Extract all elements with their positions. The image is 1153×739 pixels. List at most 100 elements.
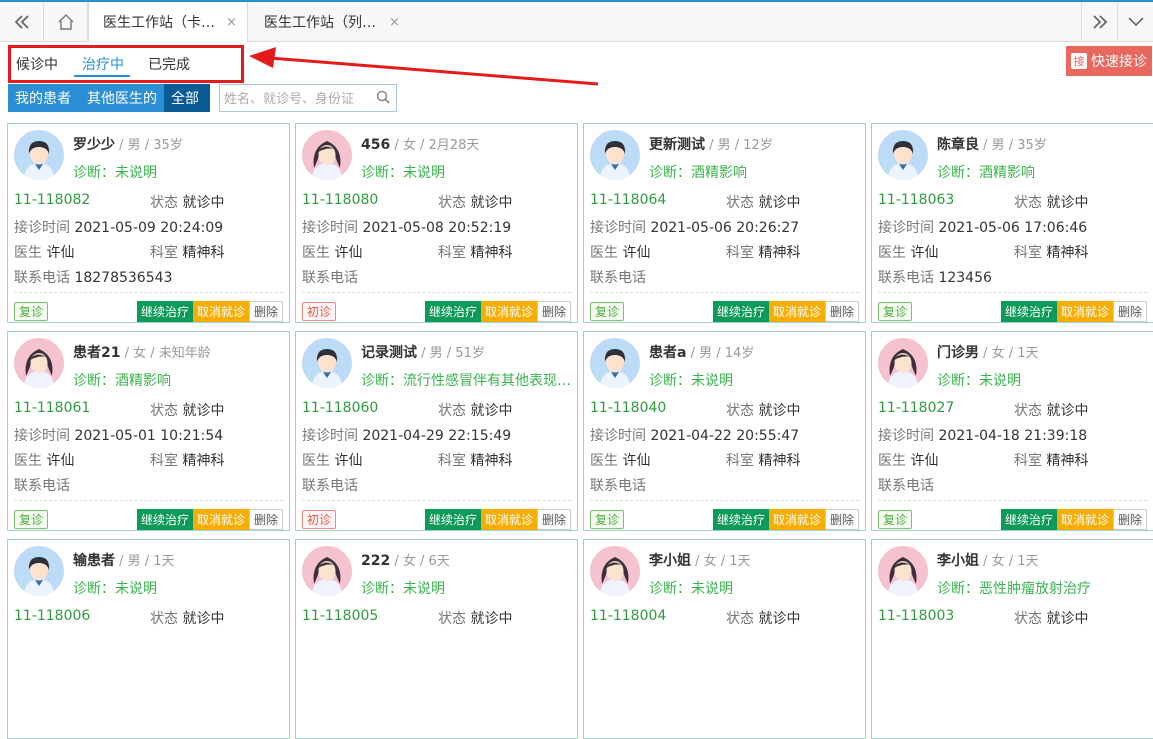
double-chevron-left-icon[interactable] — [0, 2, 44, 42]
delete-button[interactable]: 删除 — [536, 301, 571, 322]
visit-number: 11-118061 — [14, 400, 91, 416]
diagnosis: 诊断：酒精影响 — [649, 165, 747, 181]
home-icon[interactable] — [44, 2, 88, 42]
patient-card[interactable]: 输患者 / 男 / 1天 诊断：未说明 11-118006 状态 就诊中 — [7, 539, 290, 739]
patient-card[interactable]: 李小姐 / 女 / 1天 诊断：恶性肿瘤放射治疗 11-118003 状态 就诊中 — [871, 539, 1153, 739]
phone-row: 联系电话 — [302, 267, 358, 287]
time-value: 2021-04-18 21:39:18 — [938, 428, 1088, 444]
cancel-visit-button[interactable]: 取消就诊 — [192, 509, 249, 530]
time-value: 2021-05-01 10:21:54 — [74, 428, 224, 444]
filter-other-doctors[interactable]: 其他医生的 — [80, 84, 164, 112]
status-row: 状态 就诊中 — [726, 400, 800, 420]
patient-name-line: 更新测试 / 男 / 12岁 — [649, 134, 773, 154]
visit-type-badge: 复诊 — [14, 302, 49, 321]
phone-label: 联系电话 — [302, 478, 358, 494]
delete-button[interactable]: 删除 — [536, 509, 571, 530]
patient-card[interactable]: 门诊男 / 女 / 1天 诊断：未说明 11-118027 状态 就诊中 接诊时间 20… — [871, 331, 1153, 531]
continue-treatment-button[interactable]: 继续治疗 — [712, 509, 769, 530]
tab-treating[interactable]: 治疗中 — [82, 54, 124, 74]
time-row: 接诊时间 2021-05-09 20:24:09 — [14, 217, 223, 237]
phone-label: 联系电话 — [878, 478, 934, 494]
dept-value: 精神科 — [182, 245, 225, 261]
tab-doctor-card[interactable]: 医生工作站（卡… × — [88, 2, 248, 42]
avatar — [590, 130, 640, 180]
phone-row: 联系电话 — [590, 267, 646, 287]
visit-type-badge: 复诊 — [14, 510, 49, 529]
close-icon[interactable]: × — [226, 15, 237, 30]
patient-card[interactable]: 陈章良 / 男 / 35岁 诊断：酒精影响 11-118063 状态 就诊中 接诊时间 … — [871, 123, 1153, 323]
status-row: 状态 就诊中 — [726, 608, 800, 628]
cancel-visit-button[interactable]: 取消就诊 — [192, 301, 249, 322]
cancel-visit-button[interactable]: 取消就诊 — [1056, 301, 1113, 322]
patient-card[interactable]: 456 / 女 / 2月28天 诊断：未说明 11-118080 状态 就诊中 接诊时间… — [295, 123, 578, 323]
dept-label: 科室 — [726, 453, 754, 469]
patient-card[interactable]: 罗少少 / 男 / 35岁 诊断：未说明 11-118082 状态 就诊中 接诊时间 2… — [7, 123, 290, 323]
patient-card[interactable]: 李小姐 / 女 / 1天 诊断：未说明 11-118004 状态 就诊中 — [583, 539, 866, 739]
dept-row: 科室 精神科 — [1014, 242, 1088, 262]
delete-button[interactable]: 删除 — [824, 301, 859, 322]
quick-receive-button[interactable]: 接 快速接诊 — [1066, 46, 1152, 76]
patient-card[interactable]: 记录测试 / 男 / 51岁 诊断：流行性感冒伴有其他表现… 11-118060 状态… — [295, 331, 578, 531]
visit-type-badge: 初诊 — [302, 302, 337, 321]
search-icon[interactable] — [376, 90, 390, 108]
cancel-visit-button[interactable]: 取消就诊 — [1056, 509, 1113, 530]
patient-name: 更新测试 — [649, 137, 705, 153]
diagnosis: 诊断：未说明 — [649, 581, 733, 597]
phone-row: 联系电话 — [14, 475, 70, 495]
diagnosis: 诊断：未说明 — [73, 581, 157, 597]
dept-value: 精神科 — [758, 245, 801, 261]
delete-button[interactable]: 删除 — [1112, 509, 1147, 530]
chevron-down-icon[interactable] — [1117, 2, 1153, 42]
patient-meta: / 男 / 35岁 — [979, 138, 1047, 153]
tab-completed[interactable]: 已完成 — [148, 54, 190, 74]
continue-treatment-button[interactable]: 继续治疗 — [136, 301, 193, 322]
delete-button[interactable]: 删除 — [824, 509, 859, 530]
status-value: 就诊中 — [182, 195, 225, 211]
cancel-visit-button[interactable]: 取消就诊 — [768, 509, 825, 530]
time-row: 接诊时间 2021-04-29 22:15:49 — [302, 425, 511, 445]
status-label: 状态 — [1014, 611, 1042, 627]
filter-my-patients[interactable]: 我的患者 — [8, 84, 80, 112]
dept-value: 精神科 — [470, 453, 513, 469]
patient-card[interactable]: 患者21 / 女 / 未知年龄 诊断：酒精影响 11-118061 状态 就诊中 接诊时… — [7, 331, 290, 531]
cancel-visit-button[interactable]: 取消就诊 — [480, 509, 537, 530]
continue-treatment-button[interactable]: 继续治疗 — [712, 301, 769, 322]
patient-name-line: 输患者 / 男 / 1天 — [73, 550, 175, 570]
divider — [878, 500, 1147, 501]
time-value: 2021-05-09 20:24:09 — [74, 220, 224, 236]
visit-number: 11-118060 — [302, 400, 379, 416]
patient-meta: / 男 / 1天 — [115, 554, 175, 569]
continue-treatment-button[interactable]: 继续治疗 — [1000, 509, 1057, 530]
continue-treatment-button[interactable]: 继续治疗 — [424, 509, 481, 530]
cancel-visit-button[interactable]: 取消就诊 — [768, 301, 825, 322]
status-row: 状态 就诊中 — [150, 192, 224, 212]
patient-name: 222 — [361, 553, 391, 569]
filter-all[interactable]: 全部 — [164, 84, 210, 112]
continue-treatment-button[interactable]: 继续治疗 — [424, 301, 481, 322]
tab-label: 医生工作站（卡… — [103, 15, 215, 31]
patient-card[interactable]: 更新测试 / 男 / 12岁 诊断：酒精影响 11-118064 状态 就诊中 接诊时间… — [583, 123, 866, 323]
close-icon[interactable]: × — [389, 15, 400, 30]
phone-label: 联系电话 — [14, 270, 70, 286]
card-actions: 继续治疗 取消就诊 删除 — [1000, 509, 1147, 530]
patient-card[interactable]: 222 / 女 / 6天 诊断：未说明 11-118005 状态 就诊中 — [295, 539, 578, 739]
tab-waiting[interactable]: 候诊中 — [16, 54, 58, 74]
patient-card[interactable]: 患者a / 男 / 14岁 诊断：未说明 11-118040 状态 就诊中 接诊时间 2… — [583, 331, 866, 531]
time-value: 2021-04-29 22:15:49 — [362, 428, 512, 444]
continue-treatment-button[interactable]: 继续治疗 — [1000, 301, 1057, 322]
visit-number: 11-118063 — [878, 192, 955, 208]
visit-number: 11-118040 — [590, 400, 667, 416]
continue-treatment-button[interactable]: 继续治疗 — [136, 509, 193, 530]
doctor-label: 医生 — [590, 453, 618, 469]
cancel-visit-button[interactable]: 取消就诊 — [480, 301, 537, 322]
delete-button[interactable]: 删除 — [248, 509, 283, 530]
delete-button[interactable]: 删除 — [1112, 301, 1147, 322]
delete-button[interactable]: 删除 — [248, 301, 283, 322]
dept-value: 精神科 — [182, 453, 225, 469]
divider — [14, 292, 283, 293]
diagnosis: 诊断：未说明 — [73, 165, 157, 181]
time-value: 2021-05-06 20:26:27 — [650, 220, 800, 236]
double-chevron-right-icon[interactable] — [1081, 2, 1117, 42]
search-input[interactable] — [224, 90, 374, 106]
tab-doctor-list[interactable]: 医生工作站（列… × — [250, 2, 410, 42]
